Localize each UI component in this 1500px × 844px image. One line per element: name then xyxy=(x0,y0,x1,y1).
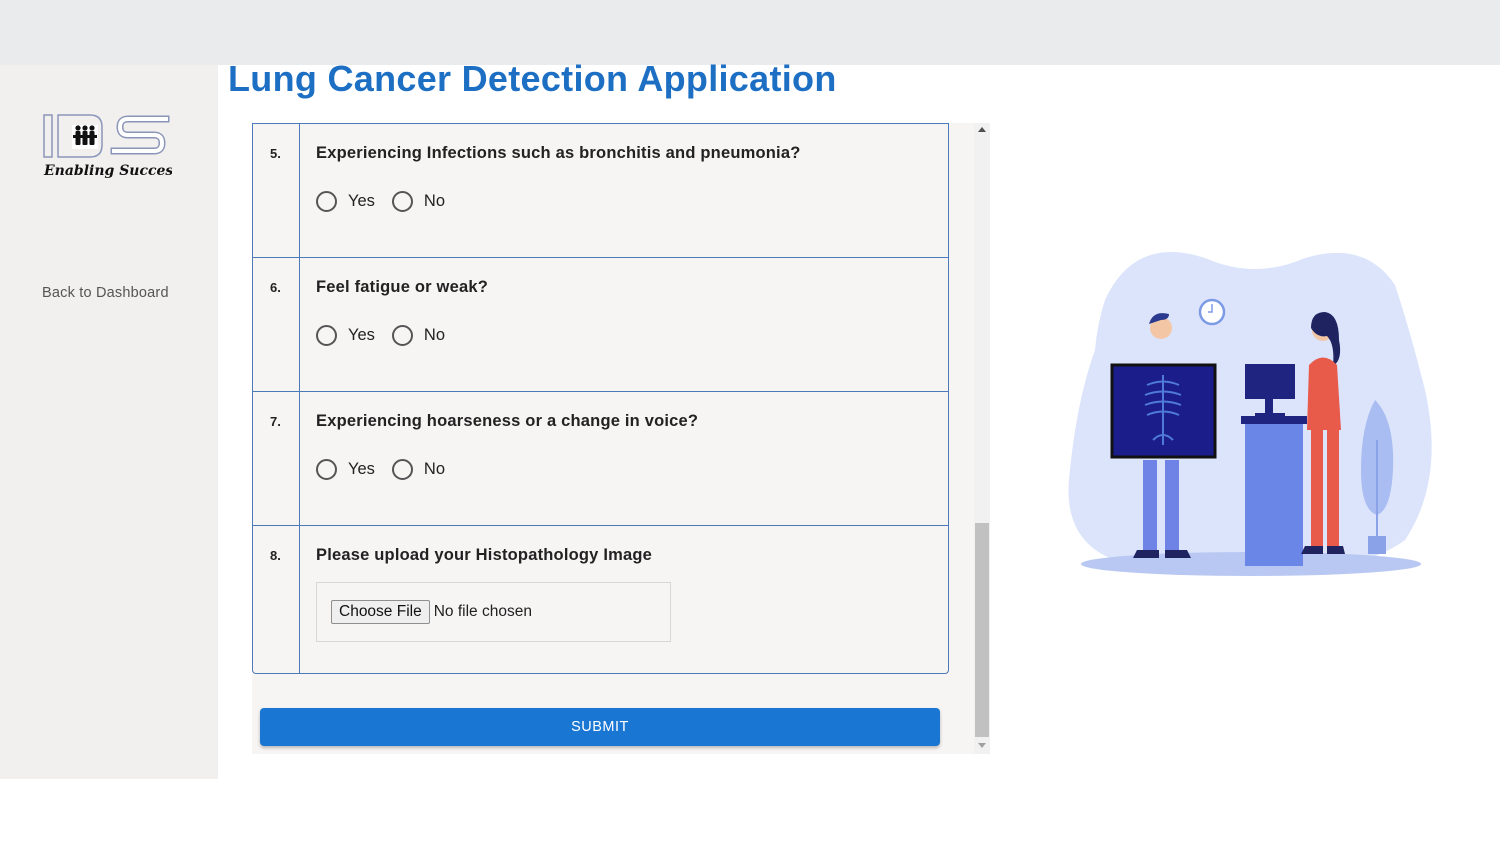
radio-circle[interactable] xyxy=(391,191,413,212)
file-upload-field[interactable]: Choose File No file chosen xyxy=(316,582,671,642)
radio-no[interactable]: No xyxy=(391,325,445,346)
xray-doctor-illustration xyxy=(1068,251,1432,576)
top-bar xyxy=(0,0,1500,65)
sidebar: Enabling Success Back to Dashboard xyxy=(0,65,218,779)
question-text: Experiencing Infections such as bronchit… xyxy=(316,144,801,162)
file-status: No file chosen xyxy=(433,603,532,620)
radio-yes[interactable]: Yes xyxy=(316,325,375,346)
question-number: 8. xyxy=(253,526,300,673)
people-icon xyxy=(73,125,97,145)
radio-group: Yes No xyxy=(316,325,948,346)
radio-no[interactable]: No xyxy=(391,191,445,212)
radio-circle[interactable] xyxy=(391,325,413,346)
svg-text:Enabling Success: Enabling Success xyxy=(43,163,172,179)
radio-circle[interactable] xyxy=(316,191,337,212)
submit-button[interactable]: SUBMIT xyxy=(260,708,940,746)
page-title: Lung Cancer Detection Application xyxy=(228,58,837,99)
question-table: 5. Experiencing Infections such as bronc… xyxy=(252,123,949,674)
questionnaire-form: 5. Experiencing Infections such as bronc… xyxy=(252,123,990,754)
question-text: Feel fatigue or weak? xyxy=(316,278,488,296)
radio-no[interactable]: No xyxy=(391,459,445,480)
radio-circle[interactable] xyxy=(391,459,413,480)
scroll-down-arrow-icon[interactable] xyxy=(978,743,986,748)
question-row-7: 7. Experiencing hoarseness or a change i… xyxy=(253,391,948,525)
scroll-up-arrow-icon[interactable] xyxy=(978,127,986,132)
question-number: 5. xyxy=(253,124,300,257)
question-row-6: 6. Feel fatigue or weak? Yes No xyxy=(253,257,948,391)
question-number: 7. xyxy=(253,392,300,525)
radio-circle[interactable] xyxy=(316,459,337,480)
radio-group: Yes No xyxy=(316,191,948,212)
scroll-thumb[interactable] xyxy=(975,523,989,737)
radio-circle[interactable] xyxy=(316,325,337,346)
question-text: Experiencing hoarseness or a change in v… xyxy=(316,412,699,430)
radio-group: Yes No xyxy=(316,459,948,480)
question-text: Please upload your Histopathology Image xyxy=(316,546,653,564)
radio-yes[interactable]: Yes xyxy=(316,191,375,212)
form-scrollbar[interactable] xyxy=(974,123,990,754)
ids-logo: Enabling Success xyxy=(43,114,172,179)
question-row-8-upload: 8. Please upload your Histopathology Ima… xyxy=(253,525,948,673)
question-row-5: 5. Experiencing Infections such as bronc… xyxy=(253,123,948,257)
choose-file-button[interactable]: Choose File xyxy=(331,600,430,624)
back-to-dashboard-link[interactable]: Back to Dashboard xyxy=(42,285,169,301)
question-number: 6. xyxy=(253,258,300,391)
radio-yes[interactable]: Yes xyxy=(316,459,375,480)
